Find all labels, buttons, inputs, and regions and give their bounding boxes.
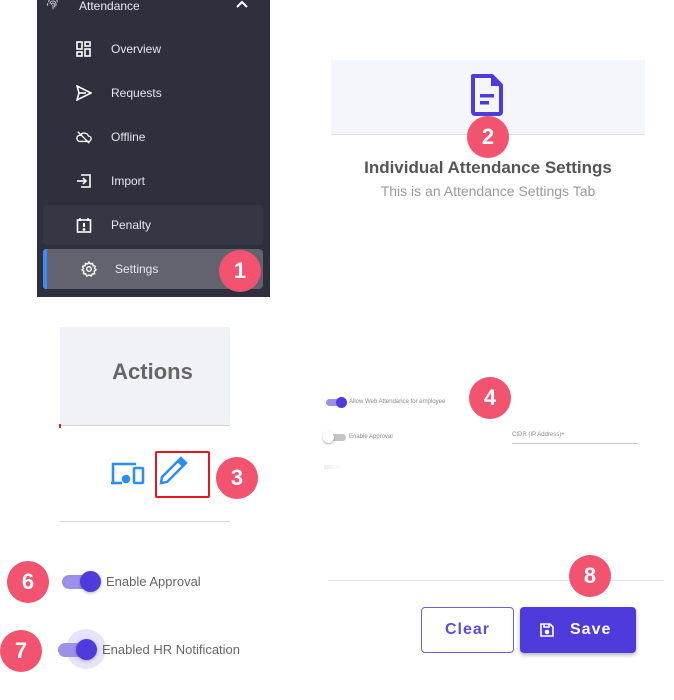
enable-approval-toggle[interactable] [62,570,106,594]
active-indicator [43,249,47,289]
red-marker [59,424,61,428]
step-badge-6: 6 [7,561,49,603]
sidebar-item-label: Import [111,174,146,188]
sidebar-item-label: Requests [111,86,162,100]
step-badge-4: 4 [469,377,511,419]
sidebar-item-penalty[interactable]: Penalty [43,205,263,245]
sidebar-item-import[interactable]: Import [43,161,263,201]
cloud-off-icon [76,131,92,144]
sidebar-section-attendance[interactable]: Attendance [37,0,270,15]
sidebar-item-label: Offline [111,130,146,144]
chevron-up-icon[interactable] [235,0,249,11]
sidebar-section-label: Attendance [79,0,140,13]
sidebar-item-label: Penalty [111,218,152,232]
settings-subtitle: This is an Attendance Settings Tab [380,183,596,199]
hr-notification-label: Enabled HR Notification [102,642,241,657]
sidebar-item-label: Overview [111,42,162,56]
document-icon [471,74,503,116]
sidebar-item-label: Settings [115,262,159,276]
step-badge-7: 7 [0,630,42,672]
sidebar-item-requests[interactable]: Requests [43,73,263,113]
edit-icon[interactable] [158,456,188,486]
sidebar-item-overview[interactable]: Overview [43,29,263,69]
calendar-alert-icon [76,218,92,233]
faded-toggle [324,465,344,469]
allow-web-attendance-toggle[interactable] [326,397,347,408]
allow-web-attendance-label: Allow Web Attendance for employee [349,399,446,405]
devices-icon[interactable] [110,460,146,486]
save-button[interactable]: Save [520,607,636,653]
sidebar-item-offline[interactable]: Offline [43,117,263,157]
cidr-input[interactable]: CIDR (IP Address)+ [512,432,565,438]
dashboard-icon [76,41,91,57]
step-badge-8: 8 [569,555,611,597]
send-icon [76,85,92,101]
footer-divider [328,580,664,581]
enable-approval-small-toggle[interactable] [323,432,346,443]
enable-approval-small-label: Enable Approval [349,434,393,440]
step-badge-3: 3 [216,457,258,499]
clear-button[interactable]: Clear [421,607,514,653]
enable-approval-label: Enable Approval [106,574,201,589]
import-icon [77,174,91,188]
step-badge-2: 2 [467,116,509,158]
save-icon [540,623,554,637]
gear-icon [81,261,97,277]
settings-title: Individual Attendance Settings [364,158,612,177]
hr-notification-toggle[interactable] [58,629,106,669]
cidr-input-underline [512,443,638,444]
save-button-label: Save [570,621,612,638]
actions-header: Actions [112,359,193,384]
row-divider [60,521,230,522]
step-badge-1: 1 [219,250,261,292]
fingerprint-icon [47,0,58,10]
